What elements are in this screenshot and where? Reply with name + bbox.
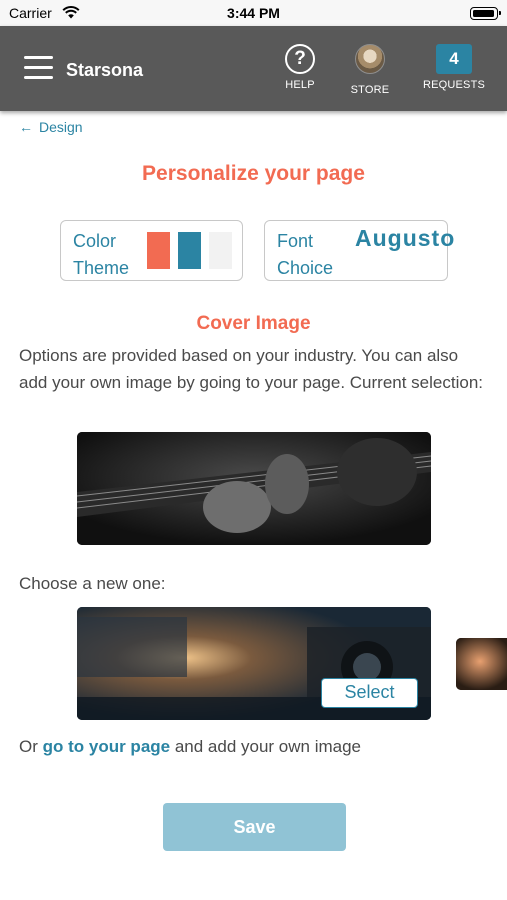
- requests-label: REQUESTS: [422, 79, 486, 91]
- page-title: Personalize your page: [142, 162, 365, 185]
- clock: 3:44 PM: [227, 5, 280, 21]
- font-sample: Augusto: [355, 225, 456, 251]
- arrow-left-icon: ←: [19, 119, 33, 135]
- select-cover-button[interactable]: Select: [321, 678, 418, 708]
- font-choice-label: Font Choice: [277, 231, 334, 278]
- battery-icon: [470, 7, 501, 20]
- guitar-photo: [77, 432, 431, 545]
- own-image-line: Or go to your page and add your own imag…: [19, 737, 361, 757]
- status-bar: Carrier 3:44 PM: [0, 0, 507, 26]
- back-link-label: Design: [39, 119, 83, 135]
- choose-new-label: Choose a new one:: [19, 574, 166, 593]
- color-swatch-background: [209, 232, 232, 269]
- own-image-suffix: and add your own image: [170, 737, 362, 756]
- current-cover-image: [77, 432, 431, 545]
- top-nav-bar: Starsona ? HELP STORE 4 REQUESTS: [0, 26, 507, 111]
- bokeh-photo: [456, 638, 507, 690]
- color-swatch-secondary: [178, 232, 201, 269]
- color-swatch-primary: [147, 232, 170, 269]
- own-image-prefix: Or: [19, 737, 43, 756]
- menu-icon[interactable]: [24, 56, 53, 80]
- brand-title: Starsona: [66, 60, 144, 80]
- color-theme-card[interactable]: Color Theme: [60, 220, 243, 281]
- store-label: STORE: [350, 84, 390, 96]
- avatar: [355, 44, 385, 74]
- next-cover-option[interactable]: [456, 638, 507, 690]
- cover-description: Options are provided based on your indus…: [19, 346, 483, 392]
- help-label: HELP: [285, 79, 315, 91]
- question-icon: ?: [285, 44, 315, 74]
- requests-button[interactable]: 4 REQUESTS: [414, 44, 494, 91]
- cover-image-heading: Cover Image: [196, 313, 311, 334]
- save-button[interactable]: Save: [163, 803, 346, 851]
- requests-count-badge: 4: [436, 44, 472, 74]
- go-to-page-link[interactable]: go to your page: [43, 737, 171, 756]
- font-choice-card[interactable]: Font Choice Augusto: [264, 220, 456, 281]
- back-link-design[interactable]: ← Design: [19, 119, 83, 135]
- color-theme-label: Color Theme: [73, 231, 130, 278]
- help-button[interactable]: ? HELP: [260, 44, 340, 91]
- store-button[interactable]: STORE: [330, 44, 410, 96]
